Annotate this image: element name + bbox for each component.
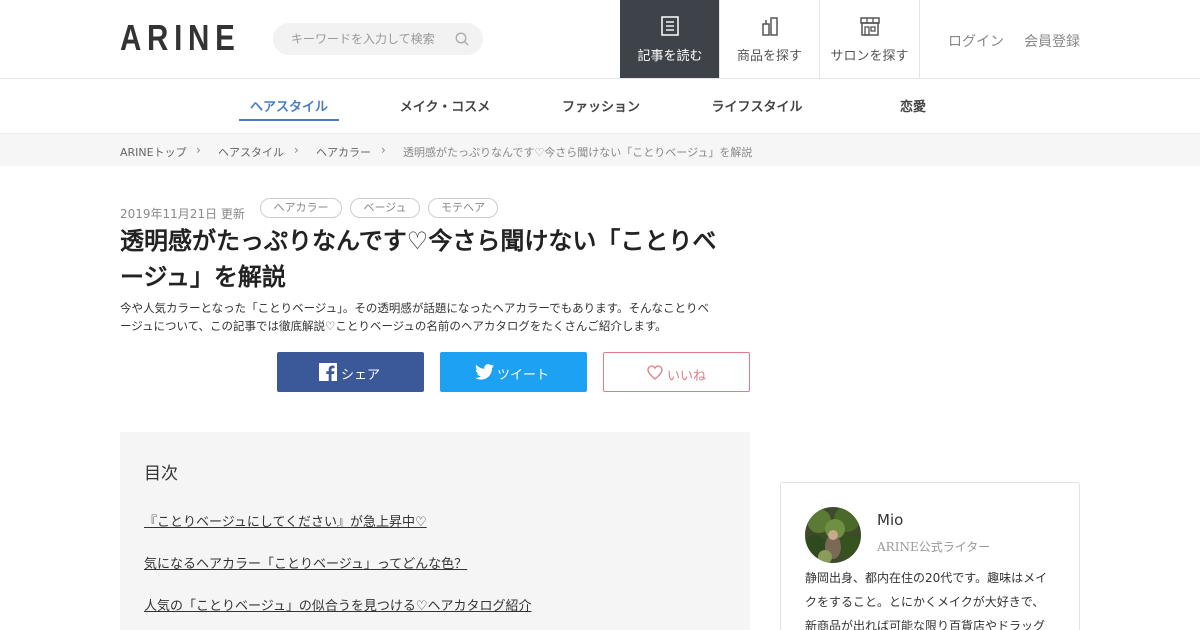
register-link[interactable]: 会員登録 <box>1024 31 1080 51</box>
tag-haircolor[interactable]: ヘアカラー <box>260 198 342 218</box>
facebook-icon <box>319 363 337 381</box>
category-tab-hairstyle[interactable]: ヘアスタイル <box>239 96 339 115</box>
nav-read-articles-label: 記事を読む <box>637 49 703 64</box>
toc-link[interactable]: 人気の「ことりベージュ」の似合うを見つける♡ヘアカタログ紹介 <box>144 595 532 614</box>
nav-find-products-label: 商品を探す <box>736 49 802 64</box>
search-input[interactable] <box>291 23 451 55</box>
toc-title: 目次 <box>144 464 178 484</box>
product-bottles-icon <box>762 17 778 36</box>
category-tab-fashion[interactable]: ファッション <box>556 96 646 115</box>
breadcrumb-chevron-icon: › <box>381 143 386 157</box>
nav-divider <box>919 0 920 78</box>
breadcrumb-chevron-icon: › <box>196 143 201 157</box>
twitter-bird-icon <box>475 364 494 380</box>
toc-link[interactable]: 気になるヘアカラー「ことりベージュ」ってどんな色？ <box>144 553 467 572</box>
heart-icon <box>647 365 663 380</box>
active-category-underline <box>239 119 339 121</box>
facebook-share-button[interactable]: シェア <box>277 352 424 392</box>
updated-date: 2019年11月21日 更新 <box>120 207 245 221</box>
twitter-tweet-label: ツイート <box>497 368 550 383</box>
category-tab-makeup[interactable]: メイク・コスメ <box>390 96 500 115</box>
article-lead-line: ージュについて、この記事では徹底解説♡ことりベージュの名前のヘアカタログをたくさ… <box>120 319 667 333</box>
author-bio-line: 静岡出身、都内在住の20代です。趣味はメイ <box>805 571 1048 585</box>
document-icon <box>661 16 679 36</box>
article-title: 透明感がたっぷりなんです♡今さら聞けない「ことりベ ージュ」を解説 <box>120 223 760 295</box>
breadcrumb-home[interactable]: ARINEトップ <box>120 144 187 160</box>
facebook-share-label: シェア <box>341 368 381 383</box>
author-bio: 静岡出身、都内在住の20代です。趣味はメイ クをすること。とにかくメイクが大好き… <box>805 566 1055 630</box>
breadcrumb-current: 透明感がたっぷりなんです♡今さら聞けない「ことりベージュ」を解説 <box>403 146 753 159</box>
article-title-line: 透明感がたっぷりなんです♡今さら聞けない「ことりベ <box>120 227 717 255</box>
nav-read-articles[interactable]: 記事を読む <box>620 0 720 78</box>
twitter-tweet-button[interactable]: ツイート <box>440 352 587 392</box>
category-tab-love[interactable]: 恋愛 <box>890 96 936 115</box>
article-lead: 今や人気カラーとなった「ことりベージュ」。その透明感が話題になったヘアカラーでも… <box>120 299 750 335</box>
category-tab-lifestyle[interactable]: ライフスタイル <box>705 96 809 115</box>
site-header: ARINE 記事を読む 商品を探す <box>0 0 1200 79</box>
nav-find-salons-label: サロンを探す <box>830 49 909 64</box>
breadcrumb-haircolor[interactable]: ヘアカラー <box>316 144 371 160</box>
article-lead-line: 今や人気カラーとなった「ことりベージュ」。その透明感が話題になったヘアカラーでも… <box>120 301 710 315</box>
tag-mote-hair[interactable]: モテヘア <box>428 198 498 218</box>
search-icon[interactable] <box>455 32 469 46</box>
breadcrumb-hairstyle[interactable]: ヘアスタイル <box>218 144 284 160</box>
article-title-line: ージュ」を解説 <box>120 263 286 291</box>
site-logo[interactable]: ARINE <box>120 17 241 59</box>
author-role: ARINE公式ライター <box>877 540 991 554</box>
author-name[interactable]: Mio <box>877 511 903 529</box>
storefront-icon <box>860 17 880 36</box>
author-avatar[interactable] <box>805 507 861 563</box>
author-bio-line: クをすること。とにかくメイクが大好きで、 <box>805 595 1045 609</box>
author-bio-line: 新商品が出れば可能な限り百貨店やドラッグ <box>805 619 1046 630</box>
search-box[interactable] <box>273 23 483 55</box>
toc-link[interactable]: 『ことりベージュにしてください』が急上昇中♡ <box>144 511 427 530</box>
nav-find-salons[interactable]: サロンを探す <box>819 0 919 78</box>
nav-find-products[interactable]: 商品を探す <box>719 0 819 78</box>
tag-beige[interactable]: ベージュ <box>350 198 420 218</box>
like-label: いいね <box>667 369 707 384</box>
login-link[interactable]: ログイン <box>948 31 1004 51</box>
like-button[interactable]: いいね <box>603 352 750 392</box>
breadcrumb-chevron-icon: › <box>294 143 299 157</box>
avatar-image <box>805 507 861 563</box>
